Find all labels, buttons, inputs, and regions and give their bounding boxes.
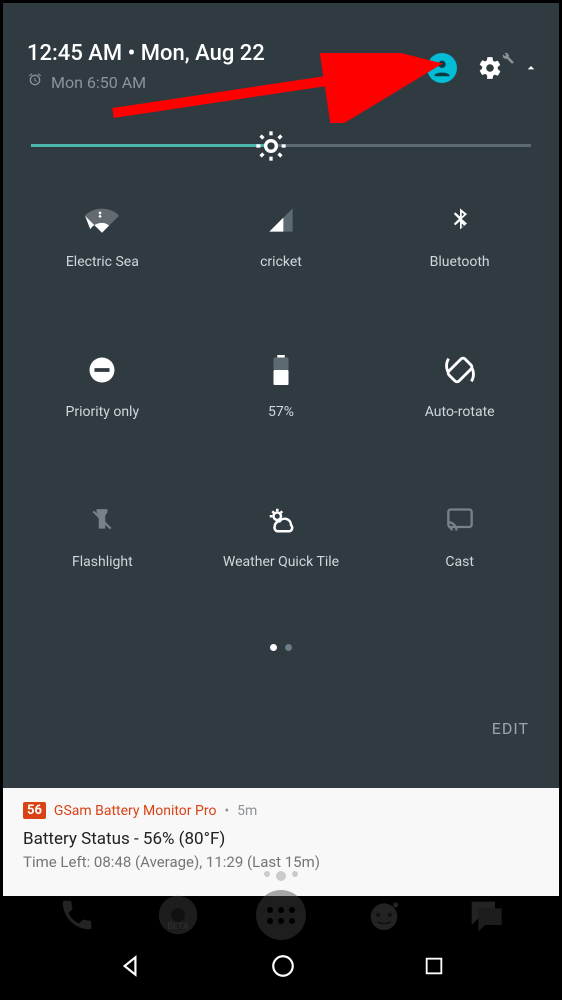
sep1: • [122,41,141,66]
edit-button[interactable]: EDIT [492,719,529,738]
battery-icon [261,350,301,390]
homescreen-pager [3,871,559,881]
chrome-beta-icon[interactable]: BETA [156,893,200,937]
weather-icon [261,500,301,540]
tile-label: Flashlight [72,554,133,570]
app-drawer-icon[interactable] [256,890,306,940]
alarm-icon [27,72,43,92]
notification-header: 56 GSam Battery Monitor Pro • 5m [23,802,539,819]
tile-label: Bluetooth [430,254,490,270]
tiles-grid: Electric Sea cricket Bluetooth Priority … [3,200,559,650]
date: Mon, Aug 22 [141,41,265,66]
tile-cast[interactable]: Cast [370,500,549,650]
tile-cellular[interactable]: cricket [192,200,371,350]
notification-title: Battery Status - 56% (80°F) [23,829,539,849]
notification-app-name: GSam Battery Monitor Pro [54,803,217,819]
cellular-icon [261,200,301,240]
tile-label: Priority only [66,404,140,420]
notification-badge: 56 [23,802,46,819]
tile-label: Cast [445,554,474,570]
clock-time: 12:45 AM [27,41,122,66]
tile-battery[interactable]: 57% [192,350,371,500]
dnd-icon [82,350,122,390]
tile-flashlight[interactable]: Flashlight [13,500,192,650]
flashlight-icon [82,500,122,540]
settings-icon[interactable] [477,55,503,81]
notification-sep: • [224,803,229,819]
messenger-app-icon[interactable] [463,893,507,937]
wrench-icon [501,51,515,65]
bluetooth-icon [440,200,480,240]
svg-text:BETA: BETA [167,922,188,932]
collapse-icon[interactable] [523,60,539,76]
tile-label: Auto-rotate [425,404,495,420]
recents-button[interactable] [423,955,445,981]
tile-wifi[interactable]: Electric Sea [13,200,192,350]
wifi-icon [82,200,122,240]
tile-bluetooth[interactable]: Bluetooth [370,200,549,350]
time-date[interactable]: 12:45 AM • Mon, Aug 22 [27,41,265,66]
brightness-icon[interactable] [255,130,287,162]
home-button[interactable] [270,953,296,983]
tile-weather[interactable]: Weather Quick Tile [192,500,371,650]
back-button[interactable] [117,953,143,983]
navbar [3,945,559,991]
page-dot-active [270,644,277,651]
quick-settings-panel: 12:45 AM • Mon, Aug 22 Mon 6:50 AM [3,3,559,788]
notification-time: 5m [237,803,257,819]
user-profile-icon[interactable] [427,53,457,83]
tile-rotate[interactable]: Auto-rotate [370,350,549,500]
tile-label: 57% [268,404,294,420]
tile-label: Electric Sea [66,254,139,270]
brightness-slider[interactable] [31,128,531,164]
page-dot [285,644,292,651]
rotate-icon [440,350,480,390]
tile-label: Weather Quick Tile [223,554,339,570]
notification-subtitle: Time Left: 08:48 (Average), 11:29 (Last … [23,853,539,871]
panel-header: 12:45 AM • Mon, Aug 22 Mon 6:50 AM [3,3,559,92]
alarm-time: Mon 6:50 AM [51,73,146,92]
reddit-app-icon[interactable] [362,893,406,937]
cast-icon [440,500,480,540]
phone-app-icon[interactable] [55,893,99,937]
slider-fill [31,144,271,147]
dock: BETA [3,885,559,945]
tile-dnd[interactable]: Priority only [13,350,192,500]
tile-label: cricket [260,254,302,270]
